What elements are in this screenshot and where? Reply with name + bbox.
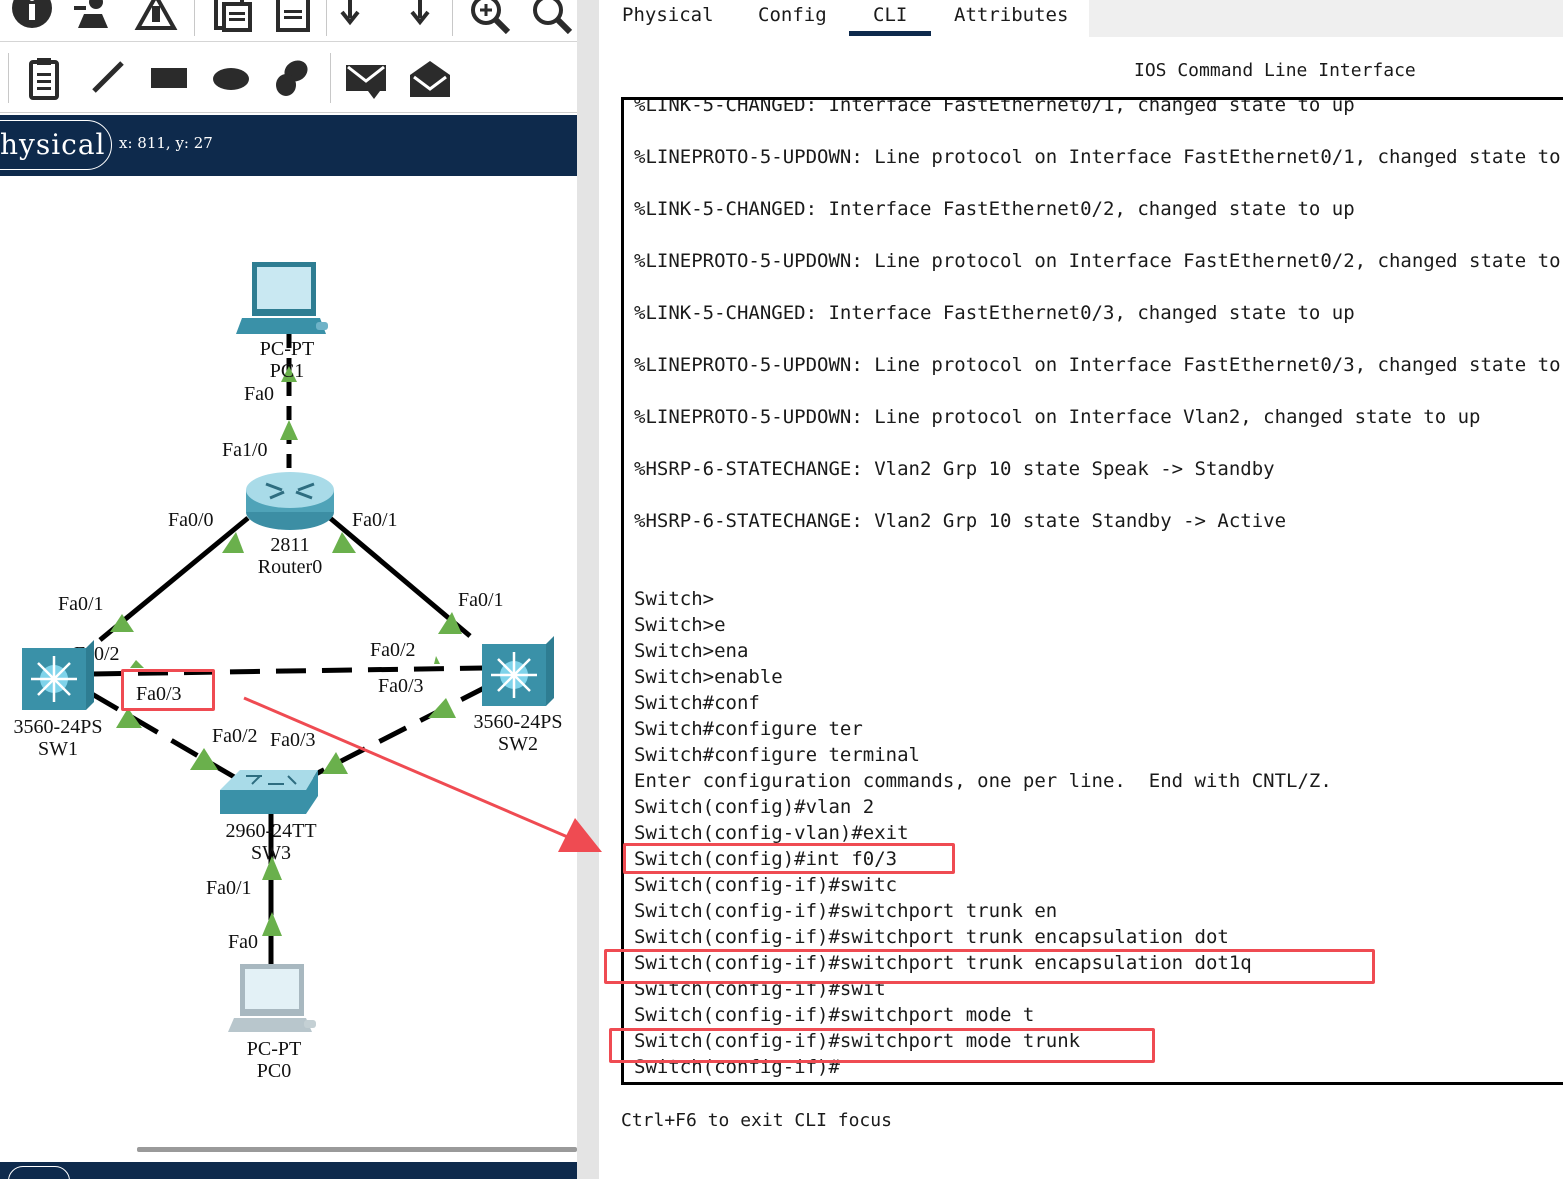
- pc1-port-label: Fa0: [244, 383, 274, 405]
- link-up-indicator: [280, 420, 298, 440]
- sw2-name-label: SW2: [498, 733, 538, 755]
- highlight-box-encapsulation-dot1q: [604, 949, 1375, 984]
- pane-splitter[interactable]: [577, 0, 599, 1179]
- router-device[interactable]: [246, 472, 334, 530]
- cli-log-line: %LINEPROTO-5-UPDOWN: Line protocol on In…: [634, 406, 1481, 428]
- router-port-fa0-1-label: Fa0/1: [352, 509, 398, 531]
- link-up-indicator: [434, 656, 440, 664]
- pc1-model-label: PC-PT: [260, 338, 314, 360]
- highlight-box-fa0-3-port: [121, 669, 215, 711]
- cli-command-line: Switch(config)#vlan 2: [634, 796, 875, 818]
- pc1-device[interactable]: [236, 262, 328, 334]
- tab-attributes[interactable]: Attributes: [954, 4, 1068, 32]
- cli-focus-hint: Ctrl+F6 to exit CLI focus: [621, 1110, 892, 1131]
- sw3-port-fa0-2-label: Fa0/2: [212, 725, 258, 747]
- tab-bar: Physical Config CLI Attributes: [599, 0, 1563, 37]
- cli-command-line: Enter configuration commands, one per li…: [634, 770, 1332, 792]
- active-tab-indicator: [849, 31, 931, 36]
- drawing-toolbar: [0, 43, 577, 113]
- sw1-port-fa0-1-label: Fa0/1: [58, 593, 104, 615]
- paste-icon[interactable]: [272, 0, 316, 32]
- draw-line-icon[interactable]: [90, 59, 126, 95]
- tab-physical[interactable]: Physical: [622, 4, 714, 32]
- zoom-in-icon[interactable]: [468, 0, 512, 34]
- cli-command-line: Switch>enable: [634, 666, 783, 688]
- sw2-model-label: 3560-24PS: [474, 711, 563, 733]
- undo-icon[interactable]: [336, 0, 372, 32]
- inspect-tool-icon[interactable]: [134, 0, 178, 32]
- cli-command-line: Switch#configure terminal: [634, 744, 920, 766]
- network-information-icon[interactable]: [72, 0, 116, 32]
- common-toolbar: [0, 0, 577, 42]
- device-window: Physical Config CLI Attributes IOS Comma…: [599, 0, 1563, 1179]
- sw3-port-fa0-1-label: Fa0/1: [206, 877, 252, 899]
- cli-command-line: Switch#conf: [634, 692, 760, 714]
- cli-log-line: %LINK-5-CHANGED: Interface FastEthernet0…: [634, 97, 1355, 116]
- copy-icon[interactable]: [210, 0, 254, 32]
- highlight-box-mode-trunk: [609, 1028, 1155, 1063]
- cli-command-line: Switch(config-if)#switc: [634, 874, 898, 896]
- sw2-port-fa0-1-label: Fa0/1: [458, 589, 504, 611]
- sw3-name-label: SW3: [251, 842, 291, 864]
- draw-ellipse-icon[interactable]: [212, 67, 250, 91]
- mode-label: hysical: [0, 128, 106, 161]
- tab-config[interactable]: Config: [758, 4, 827, 32]
- cli-command-line: Switch(config-if)#switchport trunk encap…: [634, 926, 1229, 948]
- router-name-label: Router0: [258, 556, 322, 578]
- link-up-indicator: [262, 912, 282, 936]
- cli-title: IOS Command Line Interface: [1134, 60, 1416, 81]
- sw2-port-fa0-2-label: Fa0/2: [370, 639, 416, 661]
- pc0-port-label: Fa0: [228, 931, 258, 953]
- cli-command-line: Switch(config-if)#switchport mode t: [634, 1004, 1035, 1026]
- sw2-device[interactable]: [482, 636, 554, 706]
- logical-workspace-pane: hysical x: 811, y: 27 PC-PT PC1 Fa0 Fa1/…: [0, 0, 577, 1179]
- cli-terminal[interactable]: %LINK-5-CHANGED: Interface FastEthernet0…: [621, 97, 1563, 1085]
- router-port-fa0-0-label: Fa0/0: [168, 509, 214, 531]
- cursor-coordinates: x: 811, y: 27: [119, 134, 213, 152]
- horizontal-scrollbar[interactable]: [137, 1147, 577, 1152]
- cli-output: %LINK-5-CHANGED: Interface FastEthernet0…: [634, 97, 1563, 1080]
- cli-log-line: %LINEPROTO-5-UPDOWN: Line protocol on In…: [634, 250, 1563, 272]
- cli-log-line: %HSRP-6-STATECHANGE: Vlan2 Grp 10 state …: [634, 458, 1275, 480]
- pc0-name-label: PC0: [257, 1060, 291, 1082]
- cli-command-line: Switch>: [634, 588, 715, 610]
- cli-log-line: %LINK-5-CHANGED: Interface FastEthernet0…: [634, 302, 1355, 324]
- sw3-device[interactable]: [220, 770, 318, 814]
- cli-command-line: Switch(config-if)#switchport trunk en: [634, 900, 1058, 922]
- topology-canvas[interactable]: PC-PT PC1 Fa0 Fa1/0 2811 Router0 Fa0/0 F…: [0, 176, 577, 1136]
- pc0-device[interactable]: [228, 964, 316, 1032]
- draw-rectangle-icon[interactable]: [150, 67, 188, 89]
- zoom-reset-icon[interactable]: [530, 0, 574, 34]
- bottom-bar: [0, 1162, 577, 1179]
- sw3-model-label: 2960-24TT: [225, 820, 316, 842]
- cli-log-line: %HSRP-6-STATECHANGE: Vlan2 Grp 10 state …: [634, 510, 1287, 532]
- tab-cli[interactable]: CLI: [873, 4, 907, 32]
- cli-command-line: Switch>ena: [634, 640, 749, 662]
- info-icon[interactable]: [10, 0, 54, 30]
- link-up-indicator: [428, 698, 456, 718]
- sw2-port-fa0-3-label: Fa0/3: [378, 675, 424, 697]
- link-up-indicator: [322, 752, 348, 774]
- sw1-model-label: 3560-24PS: [14, 716, 103, 738]
- highlight-box-int-f0-3: [623, 843, 955, 874]
- cli-log-line: %LINK-5-CHANGED: Interface FastEthernet0…: [634, 198, 1355, 220]
- link-up-indicator: [130, 660, 144, 668]
- sw1-device[interactable]: [22, 640, 94, 710]
- router-port-fa1-0-label: Fa1/0: [222, 439, 268, 461]
- bottom-mode-button[interactable]: [8, 1166, 70, 1179]
- add-simple-pdu-icon[interactable]: [344, 61, 390, 103]
- add-complex-pdu-icon[interactable]: [408, 57, 452, 101]
- cli-log-line: %LINEPROTO-5-UPDOWN: Line protocol on In…: [634, 354, 1563, 376]
- sw1-name-label: SW1: [38, 738, 78, 760]
- cli-command-line: Switch#configure ter: [634, 718, 863, 740]
- cli-log-line: %LINEPROTO-5-UPDOWN: Line protocol on In…: [634, 146, 1563, 168]
- note-icon[interactable]: [28, 57, 62, 101]
- redo-icon[interactable]: [402, 0, 438, 32]
- router-model-label: 2811: [270, 534, 309, 556]
- freeform-draw-icon[interactable]: [272, 57, 312, 99]
- pc0-model-label: PC-PT: [247, 1038, 301, 1060]
- pc1-name-label: PC1: [270, 360, 304, 382]
- cli-command-line: Switch>e: [634, 614, 726, 636]
- sw3-port-fa0-3-label: Fa0/3: [270, 729, 316, 751]
